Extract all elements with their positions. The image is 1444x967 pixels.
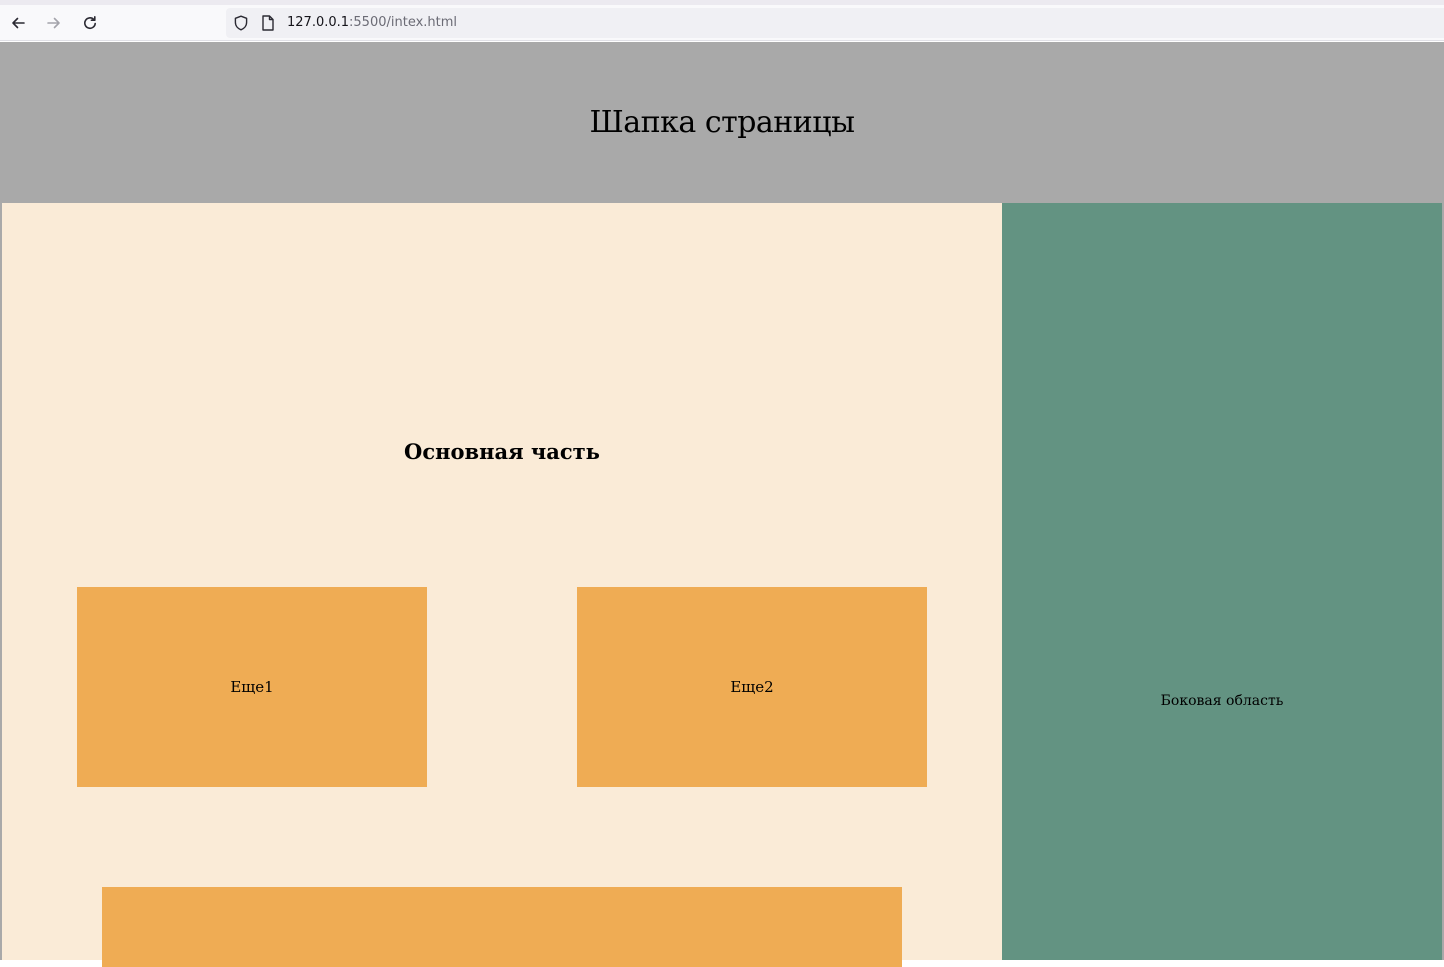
forward-button[interactable] xyxy=(40,9,68,37)
card-2-label: Еще2 xyxy=(730,678,774,696)
wide-block xyxy=(102,887,902,967)
page-body: Основная часть Еще1 Еще2 Боковая область xyxy=(2,203,1442,967)
page-icon[interactable] xyxy=(260,14,276,32)
web-page: Шапка страницы Основная часть Еще1 Еще2 … xyxy=(0,42,1444,967)
url-text[interactable]: 127.0.0.1:5500/intex.html xyxy=(287,15,457,30)
back-button[interactable] xyxy=(4,9,32,37)
forward-arrow-icon xyxy=(47,17,60,29)
shield-icon[interactable] xyxy=(232,14,250,32)
card-2: Еще2 xyxy=(577,587,927,787)
url-path: :5500/intex.html xyxy=(349,15,458,30)
page-header: Шапка страницы xyxy=(0,42,1444,203)
page-header-title: Шапка страницы xyxy=(589,105,855,140)
main-area: Основная часть Еще1 Еще2 xyxy=(2,203,1002,967)
address-bar[interactable]: 127.0.0.1:5500/intex.html xyxy=(226,8,1444,38)
reload-icon xyxy=(84,16,96,30)
browser-toolbar: 127.0.0.1:5500/intex.html xyxy=(0,5,1444,41)
card-1: Еще1 xyxy=(77,587,427,787)
url-host: 127.0.0.1 xyxy=(287,15,350,30)
sidebar: Боковая область xyxy=(1002,203,1442,960)
reload-button[interactable] xyxy=(76,9,104,37)
back-arrow-icon xyxy=(12,17,25,29)
sidebar-label: Боковая область xyxy=(1160,693,1284,709)
card-1-label: Еще1 xyxy=(230,678,274,696)
main-area-title: Основная часть xyxy=(404,439,600,464)
